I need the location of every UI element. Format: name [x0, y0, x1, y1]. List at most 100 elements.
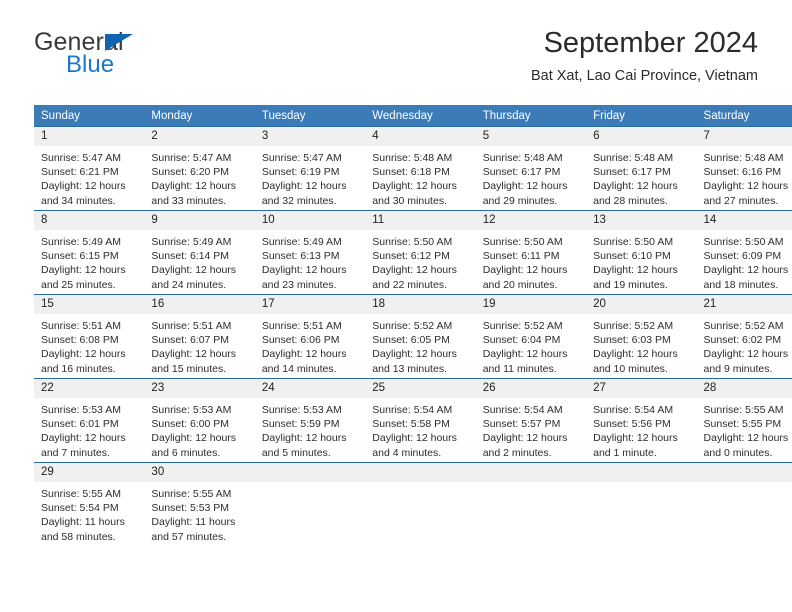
calendar-week-row: 15 Sunrise: 5:51 AM Sunset: 6:08 PM Dayl…	[34, 294, 792, 379]
calendar-grid-wrapper: Sunday Monday Tuesday Wednesday Thursday…	[34, 105, 792, 546]
sunrise-text: Sunrise: 5:47 AM	[41, 152, 121, 164]
day-cell[interactable]: 20 Sunrise: 5:52 AM Sunset: 6:03 PM Dayl…	[586, 294, 697, 379]
daylight-text-line1: Daylight: 12 hours	[41, 432, 126, 445]
sunset-text: Sunset: 6:18 PM	[372, 166, 450, 179]
day-details: Sunrise: 5:53 AM Sunset: 6:01 PM Dayligh…	[34, 398, 144, 460]
day-cell[interactable]: 10 Sunrise: 5:49 AM Sunset: 6:13 PM Dayl…	[254, 210, 366, 295]
daylight-text-line1: Daylight: 12 hours	[261, 348, 347, 361]
day-cell[interactable]: 22 Sunrise: 5:53 AM Sunset: 6:01 PM Dayl…	[34, 378, 145, 463]
daylight-text-line2: and 5 minutes.	[261, 446, 331, 459]
daylight-text-line2: and 57 minutes.	[151, 530, 227, 543]
daylight-text-line2: and 20 minutes.	[482, 278, 558, 291]
daylight-text-line1: Daylight: 12 hours	[151, 180, 237, 193]
daylight-text-line1: Daylight: 12 hours	[593, 432, 678, 445]
sunrise-text: Sunrise: 5:54 AM	[593, 404, 674, 416]
day-cell[interactable]: 17 Sunrise: 5:51 AM Sunset: 6:06 PM Dayl…	[254, 294, 366, 379]
day-number: 1	[34, 127, 145, 146]
day-details: Sunrise: 5:52 AM Sunset: 6:04 PM Dayligh…	[476, 314, 586, 376]
day-cell[interactable]: 14 Sunrise: 5:50 AM Sunset: 6:09 PM Dayl…	[696, 210, 792, 295]
day-cell[interactable]: 11 Sunrise: 5:50 AM Sunset: 6:12 PM Dayl…	[365, 210, 476, 295]
day-cell[interactable]: 15 Sunrise: 5:51 AM Sunset: 6:08 PM Dayl…	[34, 294, 145, 379]
day-number: 13	[586, 211, 697, 230]
day-number: 7	[696, 127, 792, 146]
daylight-text-line2: and 24 minutes.	[151, 278, 227, 291]
day-cell[interactable]: 8 Sunrise: 5:49 AM Sunset: 6:15 PM Dayli…	[34, 210, 145, 295]
day-cell[interactable]: 30 Sunrise: 5:55 AM Sunset: 5:53 PM Dayl…	[144, 462, 255, 546]
sunrise-text: Sunrise: 5:50 AM	[372, 236, 453, 248]
day-cell[interactable]: 6 Sunrise: 5:48 AM Sunset: 6:17 PM Dayli…	[586, 126, 697, 211]
sunset-text: Sunset: 6:17 PM	[482, 166, 561, 179]
day-cell[interactable]: 1 Sunrise: 5:47 AM Sunset: 6:21 PM Dayli…	[34, 126, 145, 211]
daylight-text-line2: and 4 minutes.	[372, 446, 442, 459]
sunrise-text: Sunrise: 5:54 AM	[482, 404, 563, 416]
day-number: 10	[254, 211, 366, 230]
day-number: 17	[254, 295, 366, 314]
daylight-text-line1: Daylight: 12 hours	[41, 348, 126, 361]
day-details: Sunrise: 5:54 AM Sunset: 5:56 PM Dayligh…	[586, 398, 696, 460]
sunrise-text: Sunrise: 5:48 AM	[482, 152, 563, 164]
day-cell[interactable]: 18 Sunrise: 5:52 AM Sunset: 6:05 PM Dayl…	[365, 294, 476, 379]
day-cell[interactable]: 16 Sunrise: 5:51 AM Sunset: 6:07 PM Dayl…	[144, 294, 255, 379]
daylight-text-line1: Daylight: 12 hours	[372, 180, 457, 193]
daylight-text-line1: Daylight: 12 hours	[703, 432, 789, 445]
day-cell[interactable]: 27 Sunrise: 5:54 AM Sunset: 5:56 PM Dayl…	[586, 378, 697, 463]
calendar-page: General Blue September 2024 Bat Xat, Lao…	[0, 0, 792, 612]
daylight-text-line2: and 6 minutes.	[151, 446, 221, 459]
sunset-text: Sunset: 6:20 PM	[151, 166, 230, 179]
day-cell[interactable]: 5 Sunrise: 5:48 AM Sunset: 6:17 PM Dayli…	[475, 126, 587, 211]
day-cell[interactable]: 7 Sunrise: 5:48 AM Sunset: 6:16 PM Dayli…	[696, 126, 792, 211]
brand-logo[interactable]: General Blue	[34, 28, 294, 88]
day-cell[interactable]: 28 Sunrise: 5:55 AM Sunset: 5:55 PM Dayl…	[696, 378, 792, 463]
day-number: 20	[586, 295, 697, 314]
day-cell[interactable]: 24 Sunrise: 5:53 AM Sunset: 5:59 PM Dayl…	[254, 378, 366, 463]
day-details: Sunrise: 5:51 AM Sunset: 6:07 PM Dayligh…	[144, 314, 254, 376]
sunrise-text: Sunrise: 5:50 AM	[703, 236, 784, 248]
daylight-text-line1: Daylight: 12 hours	[372, 264, 457, 277]
sunrise-text: Sunrise: 5:53 AM	[41, 404, 121, 416]
weekday-header-monday: Monday	[144, 105, 255, 127]
sunrise-text: Sunrise: 5:48 AM	[372, 152, 453, 164]
daylight-text-line1: Daylight: 12 hours	[593, 180, 678, 193]
daylight-text-line1: Daylight: 12 hours	[261, 432, 347, 445]
day-cell[interactable]: 23 Sunrise: 5:53 AM Sunset: 6:00 PM Dayl…	[144, 378, 255, 463]
day-number: 4	[365, 127, 476, 146]
day-cell[interactable]: 19 Sunrise: 5:52 AM Sunset: 6:04 PM Dayl…	[475, 294, 587, 379]
day-cell[interactable]: 25 Sunrise: 5:54 AM Sunset: 5:58 PM Dayl…	[365, 378, 476, 463]
daylight-text-line1: Daylight: 12 hours	[482, 348, 568, 361]
day-number: 11	[365, 211, 476, 230]
day-number	[254, 463, 366, 482]
day-cell[interactable]: 4 Sunrise: 5:48 AM Sunset: 6:18 PM Dayli…	[365, 126, 476, 211]
daylight-text-line1: Daylight: 11 hours	[151, 516, 236, 529]
day-cell-empty	[586, 462, 697, 546]
day-details: Sunrise: 5:53 AM Sunset: 5:59 PM Dayligh…	[255, 398, 365, 460]
day-cell[interactable]: 29 Sunrise: 5:55 AM Sunset: 5:54 PM Dayl…	[34, 462, 145, 546]
sunrise-text: Sunrise: 5:54 AM	[372, 404, 453, 416]
day-cell[interactable]: 26 Sunrise: 5:54 AM Sunset: 5:57 PM Dayl…	[475, 378, 587, 463]
sunset-text: Sunset: 6:02 PM	[703, 334, 782, 347]
day-cell[interactable]: 13 Sunrise: 5:50 AM Sunset: 6:10 PM Dayl…	[586, 210, 697, 295]
day-cell[interactable]: 12 Sunrise: 5:50 AM Sunset: 6:11 PM Dayl…	[475, 210, 587, 295]
calendar-week-row: 8 Sunrise: 5:49 AM Sunset: 6:15 PM Dayli…	[34, 210, 792, 295]
sunrise-text: Sunrise: 5:51 AM	[151, 320, 232, 332]
sunrise-text: Sunrise: 5:52 AM	[593, 320, 674, 332]
daylight-text-line2: and 27 minutes.	[703, 194, 779, 207]
day-cell[interactable]: 21 Sunrise: 5:52 AM Sunset: 6:02 PM Dayl…	[696, 294, 792, 379]
calendar-body: 1 Sunrise: 5:47 AM Sunset: 6:21 PM Dayli…	[34, 126, 792, 546]
page-header: General Blue September 2024 Bat Xat, Lao…	[34, 27, 758, 94]
sunrise-text: Sunrise: 5:48 AM	[593, 152, 674, 164]
day-cell[interactable]: 9 Sunrise: 5:49 AM Sunset: 6:14 PM Dayli…	[144, 210, 255, 295]
daylight-text-line1: Daylight: 12 hours	[151, 264, 237, 277]
day-cell[interactable]: 2 Sunrise: 5:47 AM Sunset: 6:20 PM Dayli…	[144, 126, 255, 211]
day-cell[interactable]: 3 Sunrise: 5:47 AM Sunset: 6:19 PM Dayli…	[254, 126, 366, 211]
sunrise-text: Sunrise: 5:53 AM	[151, 404, 232, 416]
daylight-text-line1: Daylight: 12 hours	[41, 180, 126, 193]
day-number: 2	[144, 127, 255, 146]
daylight-text-line2: and 33 minutes.	[151, 194, 227, 207]
weekday-header-sunday: Sunday	[34, 105, 145, 127]
day-details: Sunrise: 5:47 AM Sunset: 6:19 PM Dayligh…	[255, 146, 365, 208]
sunset-text: Sunset: 6:04 PM	[482, 334, 561, 347]
sunset-text: Sunset: 6:09 PM	[703, 250, 782, 263]
day-number	[586, 463, 697, 482]
day-details: Sunrise: 5:54 AM Sunset: 5:58 PM Dayligh…	[365, 398, 475, 460]
sunrise-text: Sunrise: 5:51 AM	[41, 320, 121, 332]
